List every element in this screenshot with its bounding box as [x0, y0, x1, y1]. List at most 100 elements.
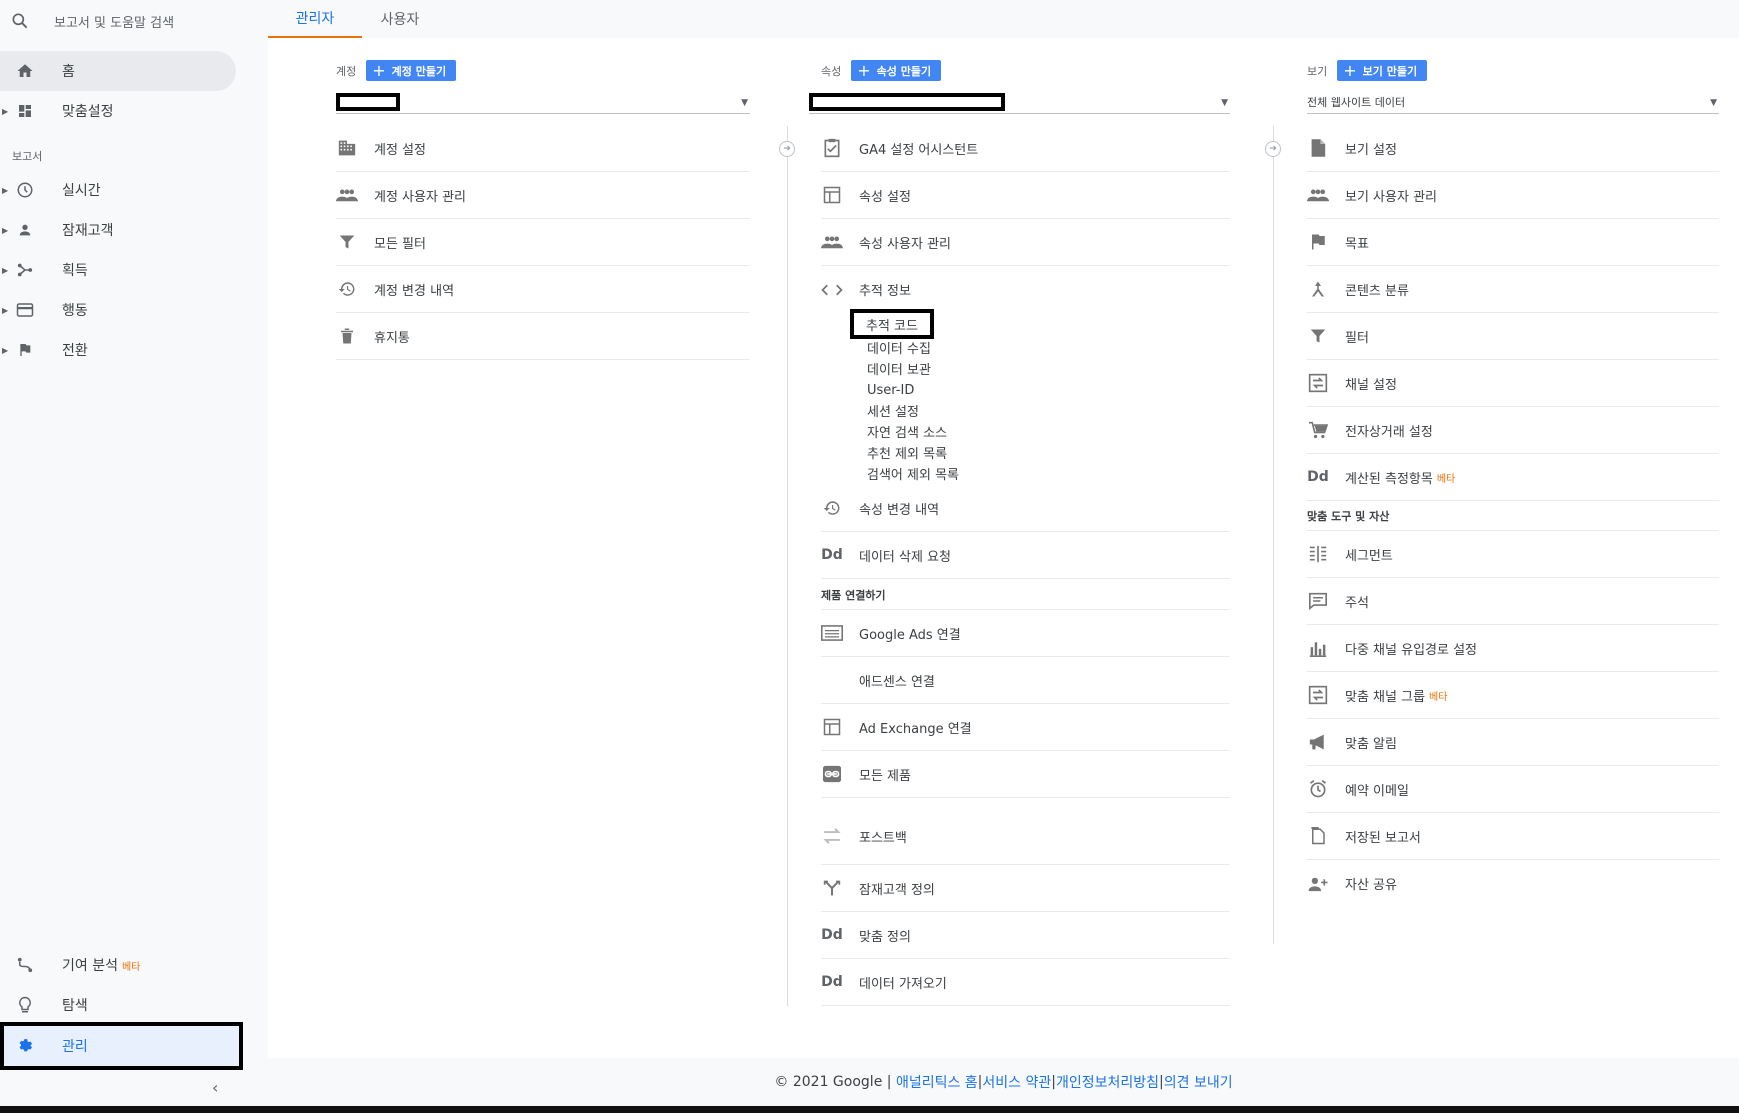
custom-definitions-row[interactable]: Dd 맞춤 정의 [821, 912, 1230, 959]
column-arrow-icon: ➜ [779, 141, 795, 157]
collapse-sidebar-icon[interactable]: ‹ [212, 1078, 218, 1097]
copyright-text: © 2021 Google | [774, 1074, 892, 1090]
analytics-home-link[interactable]: 애널리틱스 홈 [896, 1072, 978, 1092]
reports-section-label: 보고서 [12, 150, 43, 163]
feedback-link[interactable]: 의견 보내기 [1164, 1072, 1233, 1092]
dd-icon: Dd [821, 547, 843, 563]
property-change-history-row[interactable]: 속성 변경 내역 [821, 485, 1230, 532]
ga4-setup-assistant-row[interactable]: GA4 설정 어시스턴트 [821, 125, 1230, 172]
nav-behavior-label: 행동 [62, 303, 88, 319]
column-divider [787, 126, 788, 1006]
view-user-management-row[interactable]: 보기 사용자 관리 [1307, 172, 1719, 219]
nav-behavior[interactable]: ▶ 행동 [0, 290, 236, 330]
goals-row[interactable]: 목표 [1307, 219, 1719, 266]
content-grouping-label: 콘텐츠 분류 [1345, 283, 1409, 299]
link-box-icon [821, 765, 843, 783]
nav-customization-label: 맞춤설정 [62, 104, 114, 120]
create-view-button[interactable]: + 보기 만들기 [1337, 60, 1428, 81]
create-property-button[interactable]: + 속성 만들기 [851, 60, 942, 81]
channel-settings-row[interactable]: 채널 설정 [1307, 360, 1719, 407]
nav-home[interactable]: 홈 [0, 51, 236, 91]
ecommerce-settings-row[interactable]: 전자상거래 설정 [1307, 407, 1719, 454]
person-add-icon [1307, 876, 1329, 892]
organic-search-sources-link[interactable]: 자연 검색 소스 [867, 421, 947, 441]
nav-attribution[interactable]: 기여 분석 베타 [0, 945, 236, 985]
property-selector[interactable]: ▼ [809, 90, 1230, 114]
content-grouping-row[interactable]: 콘텐츠 분류 [1307, 266, 1719, 313]
audience-definitions-row[interactable]: 잠재고객 정의 [821, 865, 1230, 912]
view-settings-row[interactable]: 보기 설정 [1307, 125, 1719, 172]
user-id-link[interactable]: User-ID [867, 380, 914, 400]
admin-tabs: 관리자 사용자 [268, 0, 1739, 38]
data-deletion-requests-row[interactable]: Dd 데이터 삭제 요청 [821, 532, 1230, 579]
annotations-row[interactable]: 주석 [1307, 578, 1719, 625]
view-selector[interactable]: 전체 웹사이트 데이터 ▼ [1307, 90, 1719, 114]
annotations-label: 주석 [1345, 595, 1369, 611]
document-icon [1307, 138, 1329, 158]
saved-reports-row[interactable]: 저장된 보고서 [1307, 813, 1719, 860]
expand-arrow-icon: ▶ [2, 345, 9, 355]
search-box[interactable]: 보고서 및 도움말 검색 [10, 8, 174, 34]
custom-alerts-row[interactable]: 맞춤 알림 [1307, 719, 1719, 766]
share-assets-label: 자산 공유 [1345, 878, 1397, 893]
account-settings-label: 계정 설정 [374, 142, 426, 158]
beta-badge: 베타 [121, 961, 141, 973]
ecommerce-settings-label: 전자상거래 설정 [1345, 424, 1433, 440]
behavior-icon [14, 299, 36, 321]
nav-audience-label: 잠재고객 [62, 223, 114, 239]
filters-label: 필터 [1345, 330, 1369, 346]
bottom-bar [0, 1106, 1739, 1113]
adsense-linking-row[interactable]: 애드센스 연결 [821, 657, 1230, 704]
account-selector[interactable]: ▼ [336, 90, 750, 114]
data-retention-link[interactable]: 데이터 보관 [867, 358, 931, 378]
goals-label: 목표 [1345, 236, 1369, 252]
view-settings-label: 보기 설정 [1345, 142, 1397, 158]
nav-audience[interactable]: ▶ 잠재고객 [0, 210, 236, 250]
calculated-metrics-row[interactable]: Dd 계산된 측정항목 베타 [1307, 454, 1719, 501]
account-user-management-row[interactable]: 계정 사용자 관리 [336, 172, 750, 219]
nav-discover-label: 탐색 [62, 998, 88, 1014]
nav-realtime[interactable]: ▶ 실시간 [0, 170, 236, 210]
terms-link[interactable]: 서비스 약관 [982, 1072, 1051, 1092]
data-import-row[interactable]: Dd 데이터 가져오기 [821, 959, 1230, 1006]
search-term-exclusion-link[interactable]: 검색어 제외 목록 [867, 463, 959, 483]
mcf-settings-row[interactable]: 다중 채널 유입경로 설정 [1307, 625, 1719, 672]
trash-icon [336, 327, 358, 345]
property-user-management-label: 속성 사용자 관리 [859, 236, 951, 252]
create-account-button[interactable]: + 계정 만들기 [366, 60, 457, 81]
people-icon [821, 235, 843, 249]
footer: © 2021 Google | 애널리틱스 홈 | 서비스 약관 | 개인정보처… [268, 1058, 1739, 1106]
privacy-link[interactable]: 개인정보처리방침 [1056, 1072, 1159, 1092]
nav-customization[interactable]: ▶ 맞춤설정 [0, 91, 236, 131]
trash-row[interactable]: 휴지통 [336, 313, 750, 360]
tab-user[interactable]: 사용자 [362, 0, 438, 38]
scheduled-emails-row[interactable]: 예약 이메일 [1307, 766, 1719, 813]
all-filters-row[interactable]: 모든 필터 [336, 219, 750, 266]
nav-discover[interactable]: 탐색 [0, 985, 236, 1025]
nav-conversions[interactable]: ▶ 전환 [0, 330, 236, 370]
tracking-info-row[interactable]: 추적 정보 [821, 266, 1230, 313]
custom-channel-grouping-row[interactable]: 맞춤 채널 그룹 베타 [1307, 672, 1719, 719]
ad-exchange-linking-row[interactable]: Ad Exchange 연결 [821, 704, 1230, 751]
nav-acquisition[interactable]: ▶ 획득 [0, 250, 236, 290]
referral-exclusion-link[interactable]: 추천 제외 목록 [867, 442, 947, 462]
account-change-history-row[interactable]: 계정 변경 내역 [336, 266, 750, 313]
postbacks-row[interactable]: 포스트백 [821, 808, 1230, 865]
property-user-management-row[interactable]: 속성 사용자 관리 [821, 219, 1230, 266]
google-ads-linking-row[interactable]: Google Ads 연결 [821, 610, 1230, 657]
cart-icon [1307, 421, 1329, 439]
property-settings-row[interactable]: 속성 설정 [821, 172, 1230, 219]
account-settings-row[interactable]: 계정 설정 [336, 125, 750, 172]
data-collection-link[interactable]: 데이터 수집 [867, 337, 931, 357]
tracking-code-link[interactable]: 추적 코드 [850, 309, 934, 339]
tab-admin[interactable]: 관리자 [268, 0, 362, 38]
share-assets-row[interactable]: 자산 공유 [1307, 860, 1719, 907]
all-products-row[interactable]: 모든 제품 [821, 751, 1230, 798]
filters-row[interactable]: 필터 [1307, 313, 1719, 360]
nav-admin[interactable]: 관리 [0, 1022, 243, 1070]
segments-row[interactable]: 세그먼트 [1307, 531, 1719, 578]
session-settings-link[interactable]: 세션 설정 [867, 400, 919, 420]
comment-icon [1307, 592, 1329, 610]
trash-label: 휴지통 [374, 330, 410, 346]
flag-icon [14, 339, 36, 361]
